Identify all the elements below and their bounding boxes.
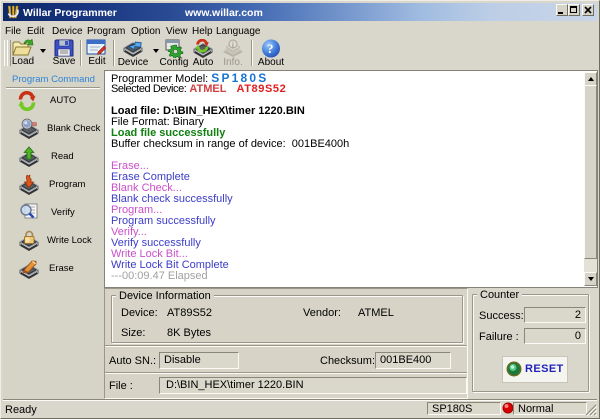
svg-text:?: ? — [267, 41, 274, 56]
